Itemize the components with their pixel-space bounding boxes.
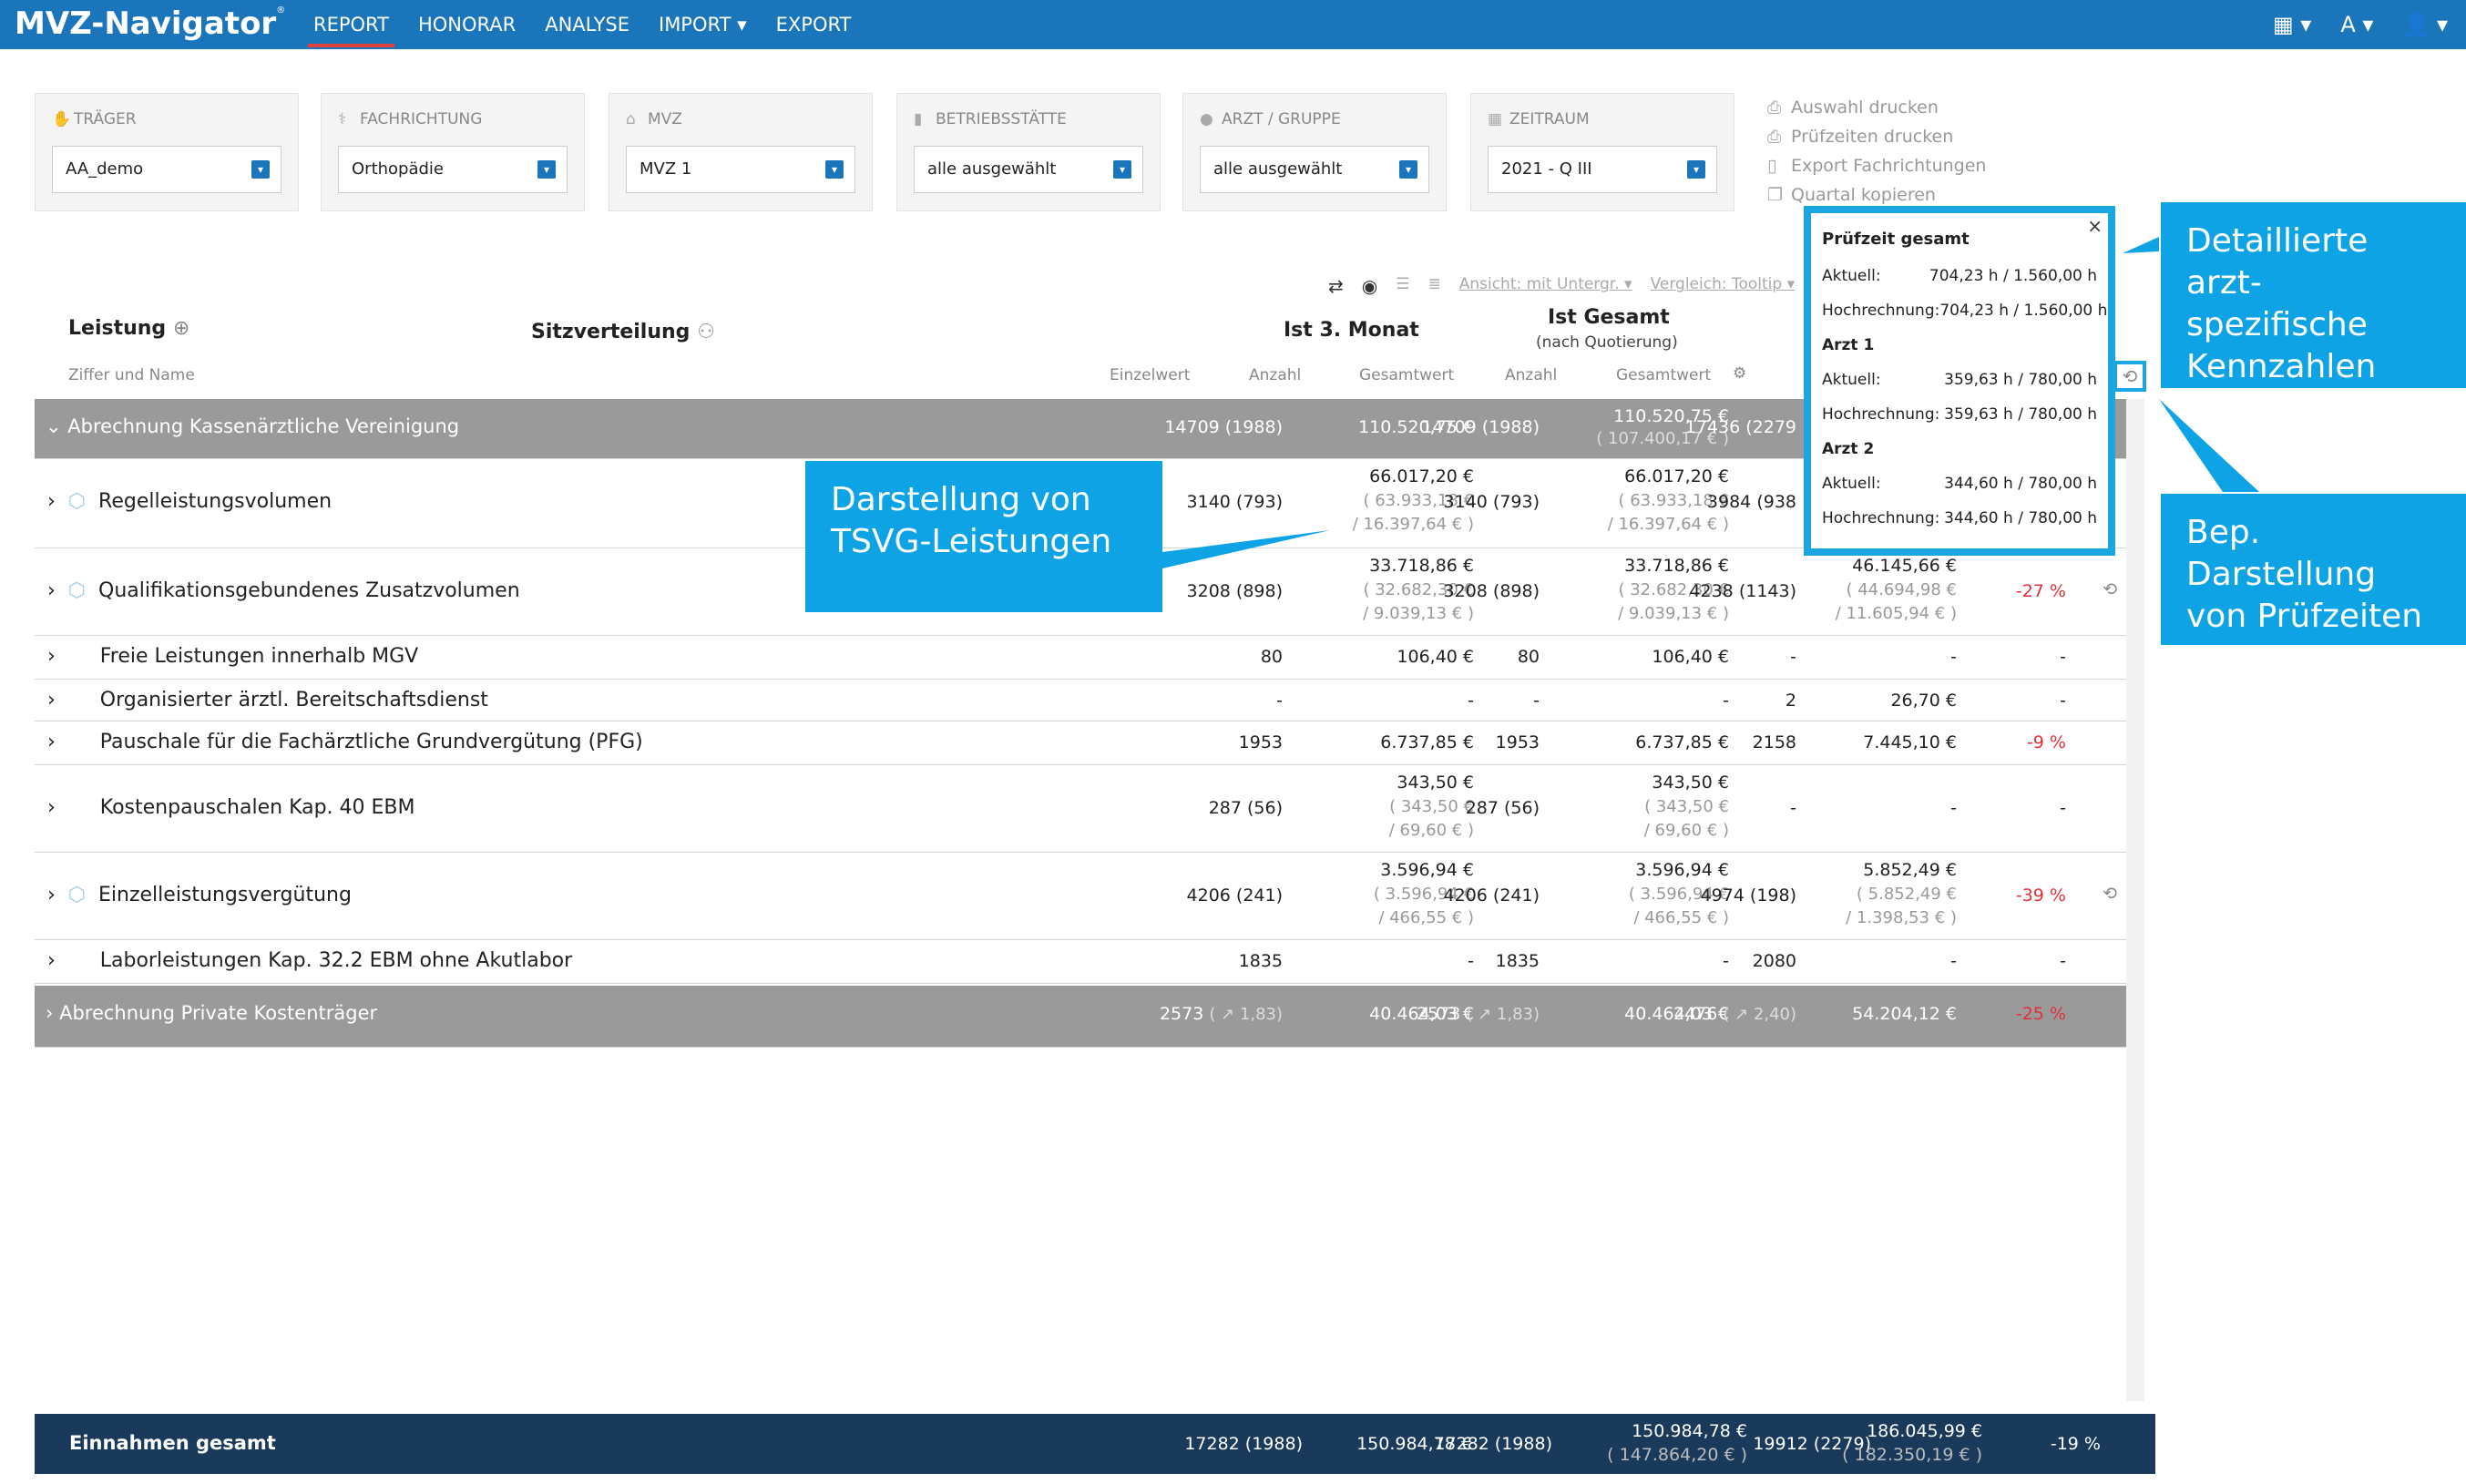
callout-connectors xyxy=(1162,237,2259,568)
callout-tsvg: Darstellung von TSVG-Leistungen xyxy=(805,461,1162,612)
pruef-callout-pointer xyxy=(2159,399,2259,492)
detail-callout-pointer xyxy=(2123,237,2159,253)
callout-pruef: Bep. Darstellung von Prüfzeiten xyxy=(2161,494,2466,645)
tsvg-callout-pointer xyxy=(1162,530,1330,568)
callout-detail: Detaillierte arzt-spezifische Kennzahlen xyxy=(2161,202,2466,388)
